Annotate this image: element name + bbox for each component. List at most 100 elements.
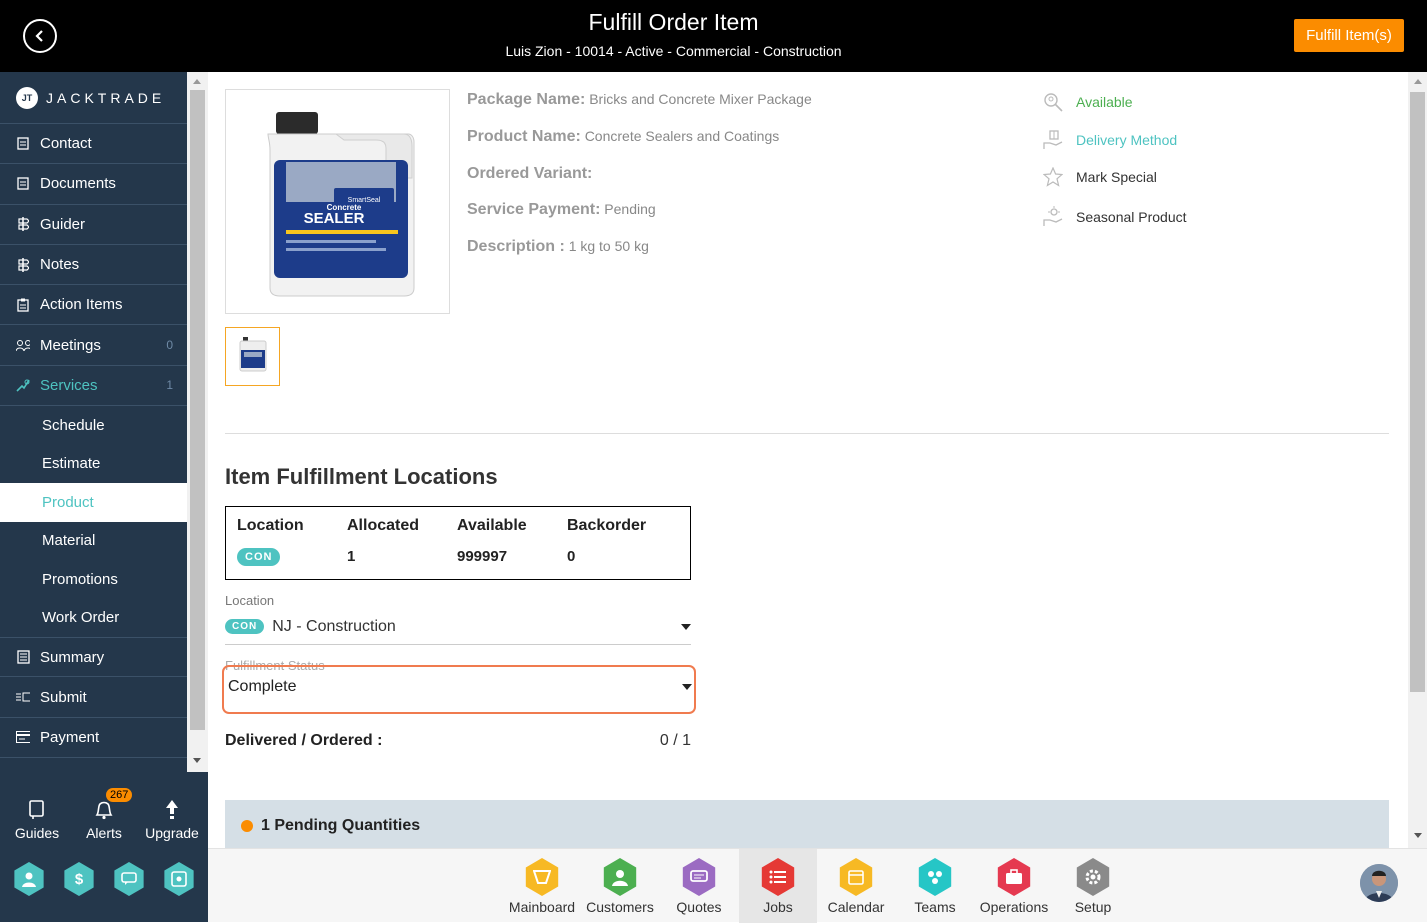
sidebar-item-label: Action Items — [40, 296, 123, 314]
nav-setup[interactable]: Setup — [1054, 849, 1132, 923]
image-line2-text: SEALER — [304, 210, 365, 227]
guides-button[interactable]: Guides — [7, 792, 67, 841]
services-count: 1 — [166, 378, 173, 393]
alerts-button[interactable]: 267 Alerts — [74, 788, 134, 841]
nav-label: Teams — [914, 899, 956, 915]
main-scrollbar-thumb[interactable] — [1410, 92, 1425, 692]
nav-label: Jobs — [763, 899, 793, 915]
nav-label: Operations — [979, 899, 1049, 915]
nav-quotes[interactable]: Quotes — [660, 849, 738, 923]
page-subtitle: Luis Zion - 10014 - Active - Commercial … — [505, 43, 842, 59]
clipboard-icon — [16, 298, 30, 312]
product-name: Product Name: Concrete Sealers and Coati… — [467, 128, 779, 146]
nav-teams[interactable]: Teams — [896, 849, 974, 923]
sidebar-item-contact[interactable]: Contact — [0, 124, 187, 165]
search-location-icon — [1042, 92, 1064, 112]
pending-dot-icon — [241, 820, 253, 832]
sidebar-item-submit[interactable]: Submit — [0, 677, 187, 718]
main-scroll-up-icon[interactable] — [1412, 77, 1424, 85]
services-icon — [16, 378, 30, 392]
user-icon[interactable] — [14, 862, 44, 896]
delivered-ordered-row: Delivered / Ordered : 0 / 1 — [225, 732, 691, 750]
sidebar-item-label: Guider — [40, 215, 86, 233]
sidebar-item-summary[interactable]: Summary — [0, 637, 187, 678]
delivery-method-action[interactable]: Delivery Method — [1042, 129, 1177, 151]
sidebar-subitem-work-order[interactable]: Work Order — [0, 599, 187, 638]
sidebar-subitem-schedule[interactable]: Schedule — [0, 406, 187, 445]
settings-icon[interactable] — [164, 862, 194, 896]
nav-operations[interactable]: Operations — [975, 849, 1053, 923]
location-select[interactable]: CON NJ - Construction — [225, 609, 691, 645]
package-label: Package Name: — [467, 91, 586, 108]
location-select-value: NJ - Construction — [272, 617, 396, 635]
pending-quantities-panel[interactable]: 1 Pending Quantities — [225, 800, 1389, 848]
sidebar-footer: Guides 267 Alerts Upgrade $ — [0, 772, 208, 922]
description-label: Description : — [467, 238, 565, 255]
divider — [225, 433, 1389, 434]
sidebar-scroll-down-icon[interactable] — [191, 757, 203, 765]
nav-customers[interactable]: Customers — [581, 849, 659, 923]
nav-mainboard[interactable]: Mainboard — [503, 849, 581, 923]
arrow-up-icon — [142, 792, 202, 820]
sidebar-subitem-promotions[interactable]: Promotions — [0, 560, 187, 599]
jobs-icon — [761, 858, 795, 896]
product-image: SmartSeal Concrete SEALER — [225, 89, 450, 314]
logo-text: JACKTRADE — [46, 89, 166, 106]
quotes-icon — [682, 858, 716, 896]
sidebar-scrollbar-thumb[interactable] — [190, 90, 205, 730]
main-scroll-down-icon[interactable] — [1412, 832, 1424, 840]
delivery-method-label: Delivery Method — [1076, 132, 1178, 148]
sidebar-subitem-material[interactable]: Material — [0, 522, 187, 561]
location-select-chip: CON — [225, 619, 265, 634]
sidebar-item-label: Services — [40, 376, 98, 394]
sidebar-item-action-items[interactable]: Action Items — [0, 285, 187, 326]
fulfillment-status-value: Complete — [228, 678, 297, 695]
nav-jobs[interactable]: Jobs — [739, 849, 817, 923]
seasonal-product-action[interactable]: Seasonal Product — [1042, 206, 1187, 228]
mainboard-icon — [525, 858, 559, 896]
sidebar-scroll-up-icon[interactable] — [191, 77, 203, 85]
chevron-down-icon — [682, 684, 692, 690]
available-value: 999997 — [457, 548, 508, 565]
sidebar-item-services[interactable]: Services 1 — [0, 366, 187, 407]
page-title: Fulfill Order Item — [588, 9, 759, 35]
mark-special-action[interactable]: Mark Special — [1042, 167, 1157, 187]
chat-icon[interactable] — [114, 862, 144, 896]
allocated-value: 1 — [347, 548, 356, 565]
sidebar-subitem-product[interactable]: Product — [0, 483, 187, 522]
main-content: SmartSeal Concrete SEALER Package Name: … — [208, 72, 1408, 848]
nav-label: Customers — [586, 899, 654, 915]
meetings-icon — [16, 339, 30, 352]
top-bar: Fulfill Order Item Luis Zion - 10014 - A… — [0, 0, 1427, 72]
alerts-label: Alerts — [86, 825, 122, 841]
sidebar-subitem-estimate[interactable]: Estimate — [0, 445, 187, 484]
brand-logo[interactable]: JT JACKTRADE — [0, 72, 187, 124]
sidebar-item-guider[interactable]: Guider — [0, 205, 187, 245]
chevron-down-icon — [681, 623, 691, 630]
contact-icon — [16, 137, 30, 150]
available-label: Available — [1076, 94, 1133, 110]
customers-icon — [603, 858, 637, 896]
guider-icon — [16, 217, 30, 232]
product-value: Concrete Sealers and Coatings — [584, 128, 780, 144]
nav-label: Quotes — [676, 899, 722, 915]
fulfillment-status-select[interactable]: Complete — [228, 672, 694, 702]
fulfill-items-button[interactable]: Fulfill Item(s) — [1294, 19, 1404, 52]
product-label: Product Name: — [467, 128, 581, 145]
product-thumbnail[interactable] — [225, 327, 280, 386]
sidebar-item-notes[interactable]: Notes — [0, 245, 187, 286]
sidebar-item-payment[interactable]: Payment — [0, 718, 187, 758]
upgrade-button[interactable]: Upgrade — [142, 792, 202, 841]
nav-calendar[interactable]: Calendar — [817, 849, 895, 923]
available-action[interactable]: Available — [1042, 92, 1133, 112]
submit-icon — [16, 692, 30, 702]
sidebar-item-documents[interactable]: Documents — [0, 164, 187, 205]
dollar-icon[interactable]: $ — [64, 862, 94, 896]
column-header: Allocated — [347, 517, 420, 534]
location-chip: CON — [237, 548, 281, 566]
delivered-value: 0 / 1 — [659, 732, 691, 749]
service-payment: Service Payment: Pending — [467, 201, 656, 219]
seasonal-product-label: Seasonal Product — [1076, 209, 1187, 225]
sidebar-item-meetings[interactable]: Meetings 0 — [0, 325, 187, 366]
user-avatar[interactable] — [1360, 864, 1398, 902]
